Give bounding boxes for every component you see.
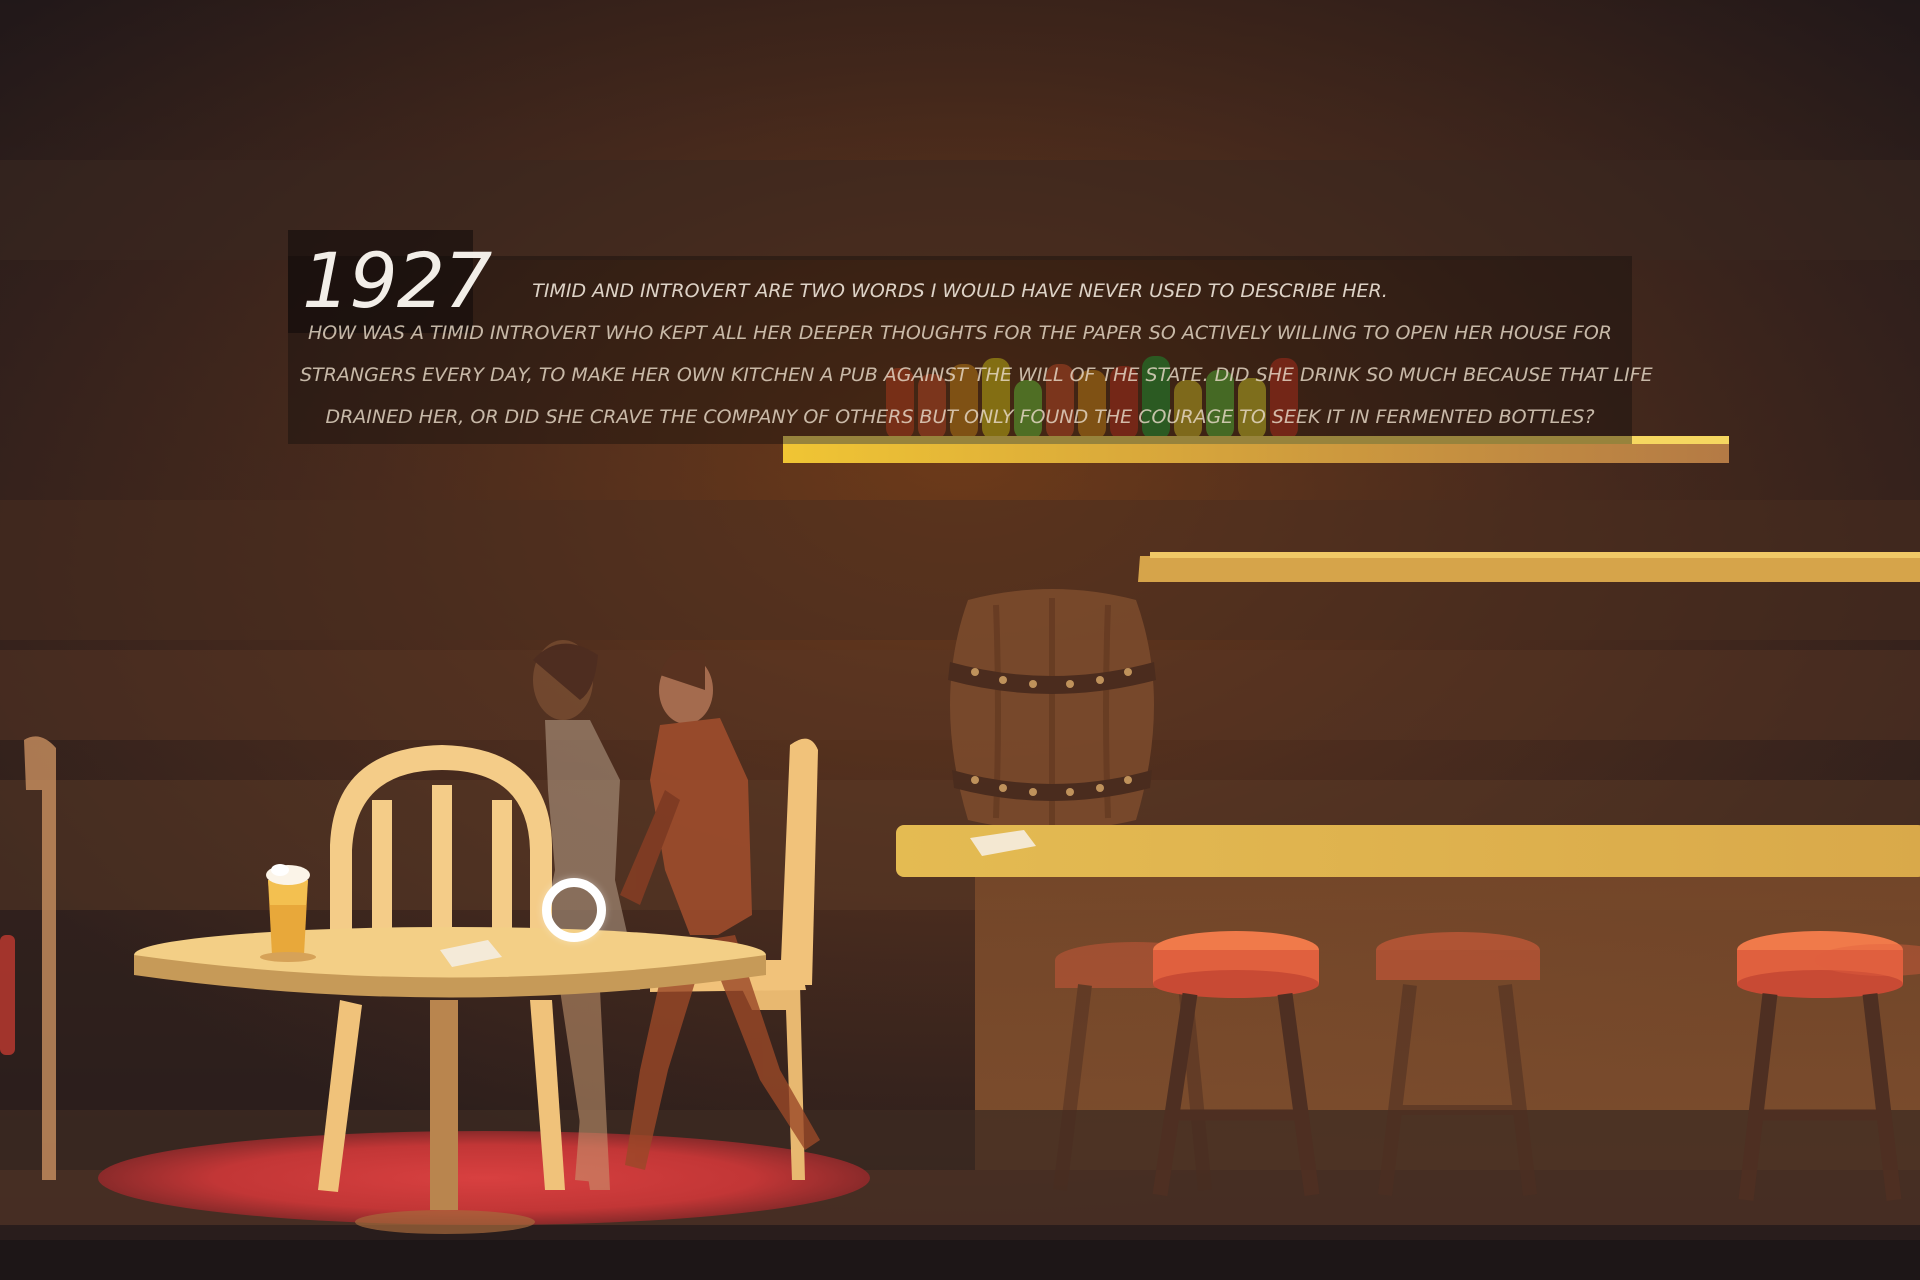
narration-line: HOW WAS A TIMID INTROVERT WHO KEPT ALL H… [307,322,1613,344]
red-rug [98,1131,870,1225]
game-stage: 1927 TIMID AND INTROVERT ARE TWO WORDS I… [0,0,1920,1280]
pub-scene [0,0,1920,1280]
narration-line: STRANGERS EVERY DAY, TO MAKE HER OWN KIT… [300,364,1653,386]
wooden-barrel [948,589,1156,830]
narration-line: TIMID AND INTROVERT ARE TWO WORDS I WOUL… [532,280,1388,302]
narration-line: DRAINED HER, OR DID SHE CRAVE THE COMPAN… [325,406,1595,428]
narration-text: TIMID AND INTROVERT ARE TWO WORDS I WOUL… [300,270,1653,438]
hotspot-ring-icon[interactable] [542,878,606,942]
